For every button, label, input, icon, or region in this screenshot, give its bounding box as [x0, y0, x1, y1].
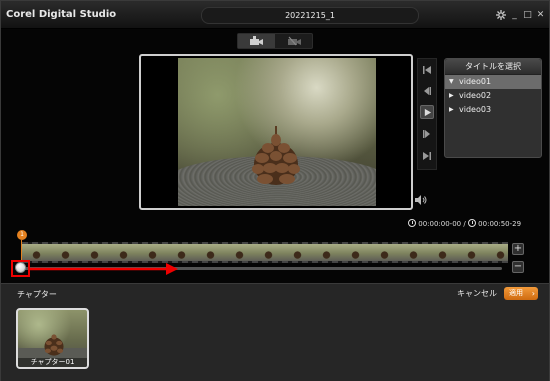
preview-image: [178, 58, 376, 206]
play-icon: [424, 108, 432, 117]
step-forward-icon: [423, 130, 430, 138]
filmstrip-frame: [312, 244, 341, 261]
expand-arrow-icon: ▼: [449, 78, 454, 85]
pinecone-graphic: [252, 126, 300, 185]
filmstrip-frame: [254, 244, 283, 261]
filmstrip-frame: [457, 244, 486, 261]
thumbnail-pinecone: [44, 334, 64, 356]
filmstrip-frame: [428, 244, 457, 261]
camera-chapter-icon: [250, 36, 263, 45]
apply-button[interactable]: 適用 ›: [504, 287, 538, 300]
close-button[interactable]: ✕: [535, 10, 546, 21]
step-forward-button[interactable]: [420, 127, 434, 141]
filmstrip-frame: [283, 244, 312, 261]
title-item-video03[interactable]: ▶ video03: [445, 103, 541, 117]
title-select-panel: タイトルを選択 ▼ video01 ▶ video02 ▶ video03: [444, 58, 542, 158]
chevron-right-icon: ›: [531, 289, 535, 298]
step-back-icon: [424, 87, 431, 95]
chapter-section-label: チャプター: [17, 290, 57, 299]
filmstrip-frame: [486, 244, 508, 261]
chapter-marker[interactable]: 1: [17, 230, 27, 240]
step-back-button[interactable]: [420, 84, 434, 98]
filmstrip-frame: [370, 244, 399, 261]
title-item-label: video01: [459, 77, 492, 86]
filmstrip-frame: [341, 244, 370, 261]
clock-icon: [408, 219, 416, 227]
filmstrip-frame: [109, 244, 138, 261]
title-item-video02[interactable]: ▶ video02: [445, 89, 541, 103]
time-separator: /: [463, 220, 466, 228]
skip-to-end-icon: [423, 152, 431, 160]
document-title: 20221215_1: [201, 7, 419, 24]
duration-icon: [467, 219, 476, 227]
filmstrip-frame: [399, 244, 428, 261]
play-button[interactable]: [420, 105, 434, 119]
volume-icon[interactable]: [415, 195, 427, 205]
camera-delete-icon: [288, 36, 301, 46]
skip-to-end-button[interactable]: [420, 149, 434, 163]
tab-remove-chapter[interactable]: [276, 34, 313, 48]
apply-button-label: 適用: [509, 289, 523, 297]
video-preview[interactable]: [139, 54, 413, 210]
title-item-label: video03: [459, 105, 492, 114]
annotation-highlight-box: [11, 260, 30, 277]
filmstrip-frame: [80, 244, 109, 261]
filmstrip-frame: [225, 244, 254, 261]
filmstrip-frame: [196, 244, 225, 261]
filmstrip-frame: [167, 244, 196, 261]
filmstrip-frame: [138, 244, 167, 261]
collapse-arrow-icon: ▶: [449, 106, 454, 113]
app-window: Corel Digital Studio 20221215_1 _ □ ✕ タイ…: [0, 0, 550, 381]
maximize-button[interactable]: □: [522, 10, 533, 21]
collapse-arrow-icon: ▶: [449, 92, 454, 99]
chapter-thumbnail[interactable]: チャプター01: [16, 308, 89, 369]
filmstrip-frame: [51, 244, 80, 261]
skip-to-start-icon: [423, 66, 431, 74]
zoom-out-button[interactable]: −: [512, 261, 524, 273]
tab-add-chapter[interactable]: [238, 34, 275, 48]
title-item-video01[interactable]: ▼ video01: [445, 75, 541, 89]
title-bar: Corel Digital Studio 20221215_1 _ □ ✕: [1, 1, 549, 29]
total-time: 00:00:50-29: [478, 220, 522, 228]
chapter-panel: チャプター キャンセル 適用 › チャプター01: [1, 283, 549, 381]
current-time: 00:00:00-00: [418, 220, 462, 228]
cancel-button[interactable]: キャンセル: [457, 288, 497, 299]
playback-controls: [417, 58, 437, 170]
gear-icon[interactable]: [495, 10, 506, 21]
app-title: Corel Digital Studio: [6, 9, 117, 20]
skip-to-start-button[interactable]: [420, 63, 434, 77]
timeline-filmstrip[interactable]: [22, 242, 508, 263]
minimize-button[interactable]: _: [509, 10, 520, 21]
title-item-label: video02: [459, 91, 492, 100]
zoom-in-button[interactable]: +: [512, 243, 524, 255]
timecode-display: 00:00:00-00 / 00:00:50-29: [408, 219, 521, 228]
title-panel-header: タイトルを選択: [445, 59, 541, 75]
mode-tabs: [237, 33, 313, 49]
chapter-thumbnail-label: チャプター01: [18, 358, 87, 367]
annotation-arrow: [30, 263, 178, 275]
filmstrip-frame: [22, 244, 51, 261]
